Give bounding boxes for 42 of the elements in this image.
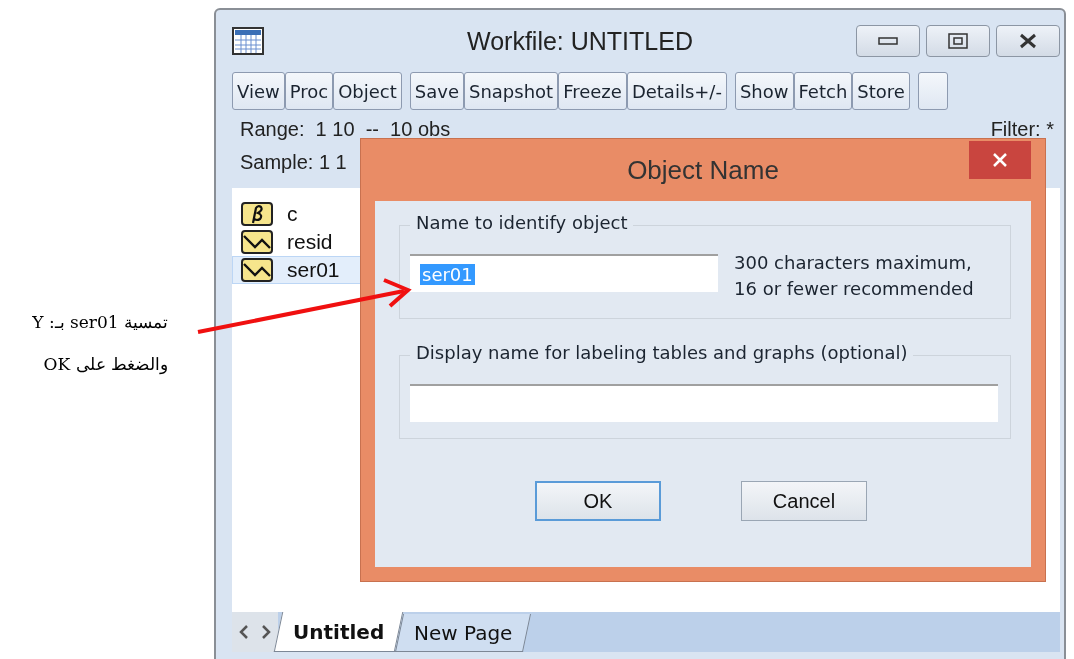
beta-icon [241,202,273,226]
line-graph-icon [241,230,273,254]
toolbar-button[interactable]: Show [734,72,794,110]
maximize-button[interactable] [926,25,990,57]
minimize-icon [878,37,898,45]
minimize-button[interactable] [856,25,920,57]
toolbar-button[interactable]: Proc [284,72,334,110]
toolbar-button[interactable]: Details+/- [626,72,727,110]
group-label: Display name for labeling tables and graphs (optional) [410,342,914,363]
caption-text: والضغط على OK [43,354,168,374]
page-tab[interactable]: New Page [395,614,532,652]
group-label: Name to identify object [410,212,634,233]
range-text: Range: 1 10 -- 10 obs [240,118,451,141]
hint-text: 300 characters maximum, 16 or fewer recommended [734,251,974,301]
toolbar-button[interactable]: Snapshot [464,72,559,110]
window-title: Workfile: UNTITLED [466,26,694,56]
object-item[interactable]: c [232,200,362,228]
close-icon [992,152,1008,168]
dialog-button[interactable]: Cancel [741,481,867,521]
object-item[interactable]: ser01 [232,256,362,284]
toolbar-button[interactable]: Freeze [558,72,627,110]
close-button[interactable] [996,25,1060,57]
toolbar-button[interactable]: Store [852,72,910,110]
toolbar-button[interactable]: Object [333,72,402,110]
close-button[interactable] [969,141,1031,179]
page-tab[interactable]: Untitled [273,612,404,652]
display-name-field[interactable] [410,384,998,422]
dialog-button[interactable]: OK [535,481,661,521]
spreadsheet-icon [232,27,264,55]
dialog-title: Object Name [627,154,779,186]
sample-text: Sample: 1 1 [240,151,347,174]
page-nav-icon[interactable] [232,612,278,652]
filter-text: Filter: * [990,118,1054,141]
object-item[interactable]: resid [232,228,362,256]
close-icon [1018,33,1038,49]
line-graph-icon [241,258,273,282]
toolbar-button[interactable]: Fetch [793,72,853,110]
toolbar-button[interactable] [917,72,948,110]
maximize-icon [948,33,968,49]
caption-text: تمسية ser01 بـ: Y [32,312,168,332]
toolbar-button[interactable]: View [232,72,285,110]
toolbar-button[interactable]: Save [409,72,464,110]
